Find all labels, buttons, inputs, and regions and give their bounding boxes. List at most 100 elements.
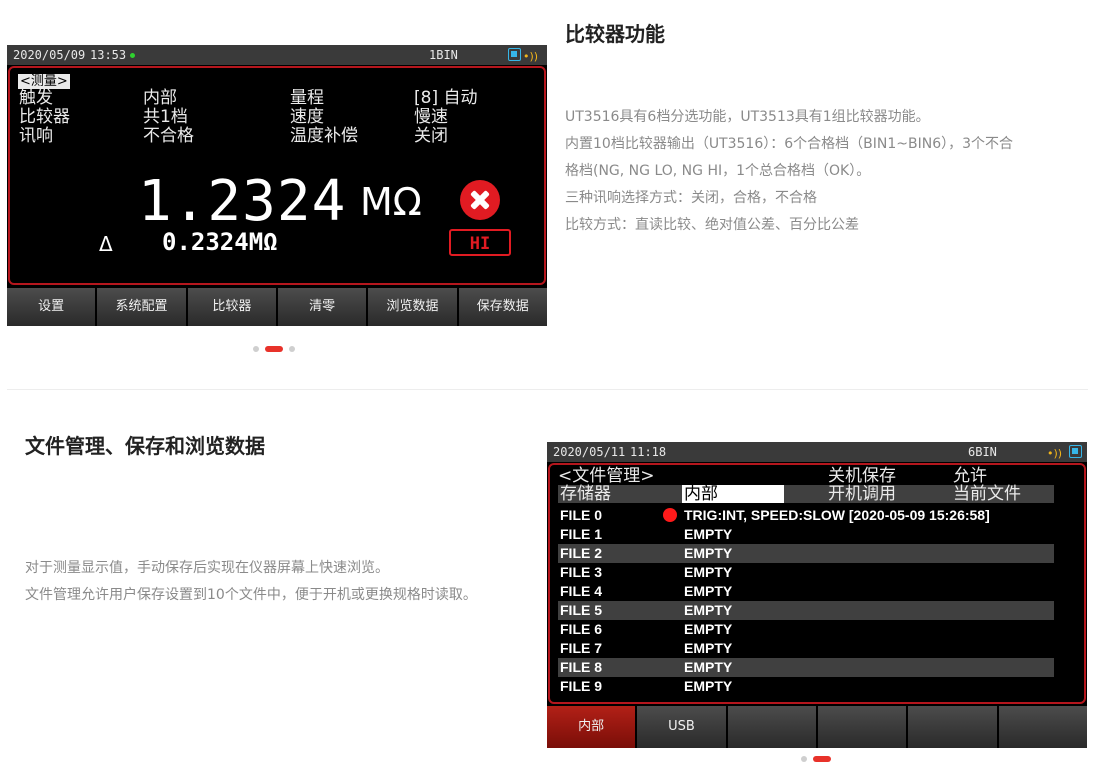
main-reading: 1.2324 (138, 169, 347, 234)
file-name: FILE 9 (560, 678, 603, 694)
status-badge: HI (449, 229, 511, 256)
param-label-temp-comp: 温度补偿 (290, 126, 358, 146)
file-row[interactable]: FILE 1 EMPTY (558, 525, 1054, 544)
section-title-comparator: 比较器功能 (565, 22, 665, 46)
file-name: FILE 2 (560, 545, 603, 561)
desc-line: UT3516具有6档分选功能，UT3513具有1组比较器功能。 (565, 109, 930, 125)
softkey-save-data[interactable]: 保存数据 (458, 288, 547, 326)
param-value-speed[interactable]: 慢速 (414, 108, 448, 127)
softkey-bar: 内部 USB (547, 706, 1087, 748)
storage-row: 存储器 内部 开机调用 当前文件 (558, 485, 1054, 503)
softkey-comparator[interactable]: 比较器 (187, 288, 276, 326)
storage-select[interactable]: 内部 (682, 485, 784, 503)
status-date: 2020/05/11 (553, 445, 626, 459)
file-row[interactable]: FILE 5 EMPTY (558, 601, 1054, 620)
signal-icon: •)) (523, 50, 539, 63)
bin-indicator: 1BIN (429, 48, 458, 62)
file-row[interactable]: FILE 3 EMPTY (558, 563, 1054, 582)
softkey-empty[interactable] (908, 706, 997, 748)
power-on-recall-label: 开机调用 (828, 484, 896, 504)
file-content: EMPTY (684, 526, 733, 542)
softkey-empty[interactable] (998, 706, 1087, 748)
softkey-empty[interactable] (817, 706, 907, 748)
file-row[interactable]: FILE 6 EMPTY (558, 620, 1054, 639)
file-row[interactable]: FILE 8 EMPTY (558, 658, 1054, 677)
power-on-recall-value[interactable]: 当前文件 (953, 485, 1021, 503)
carousel-dot-active[interactable] (813, 756, 831, 762)
desc-line: 三种讯响选择方式：关闭，合格，不合格 (565, 190, 817, 206)
param-value-temp-comp[interactable]: 关闭 (414, 127, 448, 146)
file-name: FILE 6 (560, 621, 603, 637)
fail-icon (460, 180, 500, 220)
file-content: EMPTY (684, 583, 733, 599)
desc-line: 对于测量显示值，手动保存后实现在仪器屏幕上快速浏览。 (25, 560, 389, 576)
softkey-usb[interactable]: USB (637, 706, 726, 748)
usb-icon (508, 48, 521, 61)
section-desc-comparator: UT3516具有6档分选功能，UT3513具有1组比较器功能。 内置10档比较器… (565, 104, 1013, 239)
file-name: FILE 4 (560, 583, 603, 599)
param-value-range[interactable]: [8] 自动 (414, 89, 477, 108)
param-label-beep: 讯响 (19, 126, 53, 146)
file-name: FILE 8 (560, 659, 603, 675)
section-desc-file-management: 对于测量显示值，手动保存后实现在仪器屏幕上快速浏览。 文件管理允许用户保存设置到… (25, 555, 477, 609)
carousel-dot[interactable] (253, 346, 259, 352)
section-divider (7, 389, 1088, 390)
carousel-dots-1 (253, 346, 295, 352)
file-content: EMPTY (684, 659, 733, 675)
file-content: EMPTY (684, 545, 733, 561)
softkey-system-config[interactable]: 系统配置 (97, 288, 186, 326)
mode-tag: <文件管理> (558, 466, 655, 486)
status-date: 2020/05/09 (13, 48, 86, 62)
file-row[interactable]: FILE 7 EMPTY (558, 639, 1054, 658)
status-time: 11:18 (630, 445, 667, 459)
usb-icon (1069, 445, 1082, 458)
power-off-save-value[interactable]: 允许 (953, 467, 987, 485)
carousel-dot[interactable] (289, 346, 295, 352)
file-name: FILE 3 (560, 564, 603, 580)
carousel-dots-2 (801, 756, 831, 762)
param-value-beep[interactable]: 不合格 (143, 127, 194, 146)
file-content: EMPTY (684, 621, 733, 637)
desc-line: 内置10档比较器输出（UT3516）：6个合格档（BIN1~BIN6），3个不合 (565, 136, 1014, 152)
file-manager-screen: 2020/05/11 11:18 6BIN •)) <文件管理> 关机保存 允许… (547, 442, 1087, 748)
desc-line: 格档(NG, NG LO, NG HI，1个总合格档（OK）。 (565, 163, 871, 179)
storage-label: 存储器 (560, 484, 611, 504)
param-label-range: 量程 (290, 88, 324, 108)
desc-line: 比较方式：直读比较、绝对值公差、百分比公差 (565, 217, 859, 233)
signal-icon: •)) (1047, 447, 1063, 460)
section-title-file-management: 文件管理、保存和浏览数据 (25, 434, 265, 458)
softkey-browse-data[interactable]: 浏览数据 (368, 288, 457, 326)
param-value-comparator[interactable]: 共1档 (143, 108, 188, 127)
file-content: EMPTY (684, 640, 733, 656)
param-value-trigger[interactable]: 内部 (143, 89, 177, 108)
delta-icon: Δ (99, 232, 113, 256)
bin-indicator: 6BIN (968, 445, 997, 459)
softkey-bar: 设置 系统配置 比较器 清零 浏览数据 保存数据 (7, 288, 547, 326)
file-panel: <文件管理> 关机保存 允许 存储器 内部 开机调用 当前文件 FILE 0 T… (548, 463, 1086, 704)
status-bar: 2020/05/09 13:53 1BIN •)) (7, 45, 547, 65)
carousel-dot[interactable] (801, 756, 807, 762)
softkey-setup[interactable]: 设置 (7, 288, 96, 326)
file-content: EMPTY (684, 678, 733, 694)
status-time: 13:53 (90, 45, 136, 65)
status-bar: 2020/05/11 11:18 6BIN •)) (547, 442, 1087, 462)
file-row[interactable]: FILE 9 EMPTY (558, 677, 1054, 696)
comparator-screen: 2020/05/09 13:53 1BIN •)) <测量> 触发 内部 量程 … (7, 45, 547, 326)
file-row[interactable]: FILE 0 TRIG:INT, SPEED:SLOW [2020-05-09 … (558, 506, 1054, 525)
file-content: EMPTY (684, 564, 733, 580)
softkey-zero[interactable]: 清零 (277, 288, 367, 326)
file-name: FILE 0 (560, 507, 603, 523)
file-name: FILE 1 (560, 526, 603, 542)
file-name: FILE 7 (560, 640, 603, 656)
file-row[interactable]: FILE 4 EMPTY (558, 582, 1054, 601)
main-reading-unit: MΩ (360, 180, 422, 224)
softkey-internal[interactable]: 内部 (547, 706, 636, 748)
file-name: FILE 5 (560, 602, 603, 618)
measure-panel: <测量> 触发 内部 量程 [8] 自动 比较器 共1档 速度 慢速 讯响 不合… (8, 66, 546, 285)
power-off-save-label: 关机保存 (828, 466, 896, 486)
softkey-empty[interactable] (727, 706, 816, 748)
param-label-speed: 速度 (290, 107, 324, 127)
carousel-dot-active[interactable] (265, 346, 283, 352)
desc-line: 文件管理允许用户保存设置到10个文件中，便于开机或更换规格时读取。 (25, 587, 477, 603)
file-row[interactable]: FILE 2 EMPTY (558, 544, 1054, 563)
